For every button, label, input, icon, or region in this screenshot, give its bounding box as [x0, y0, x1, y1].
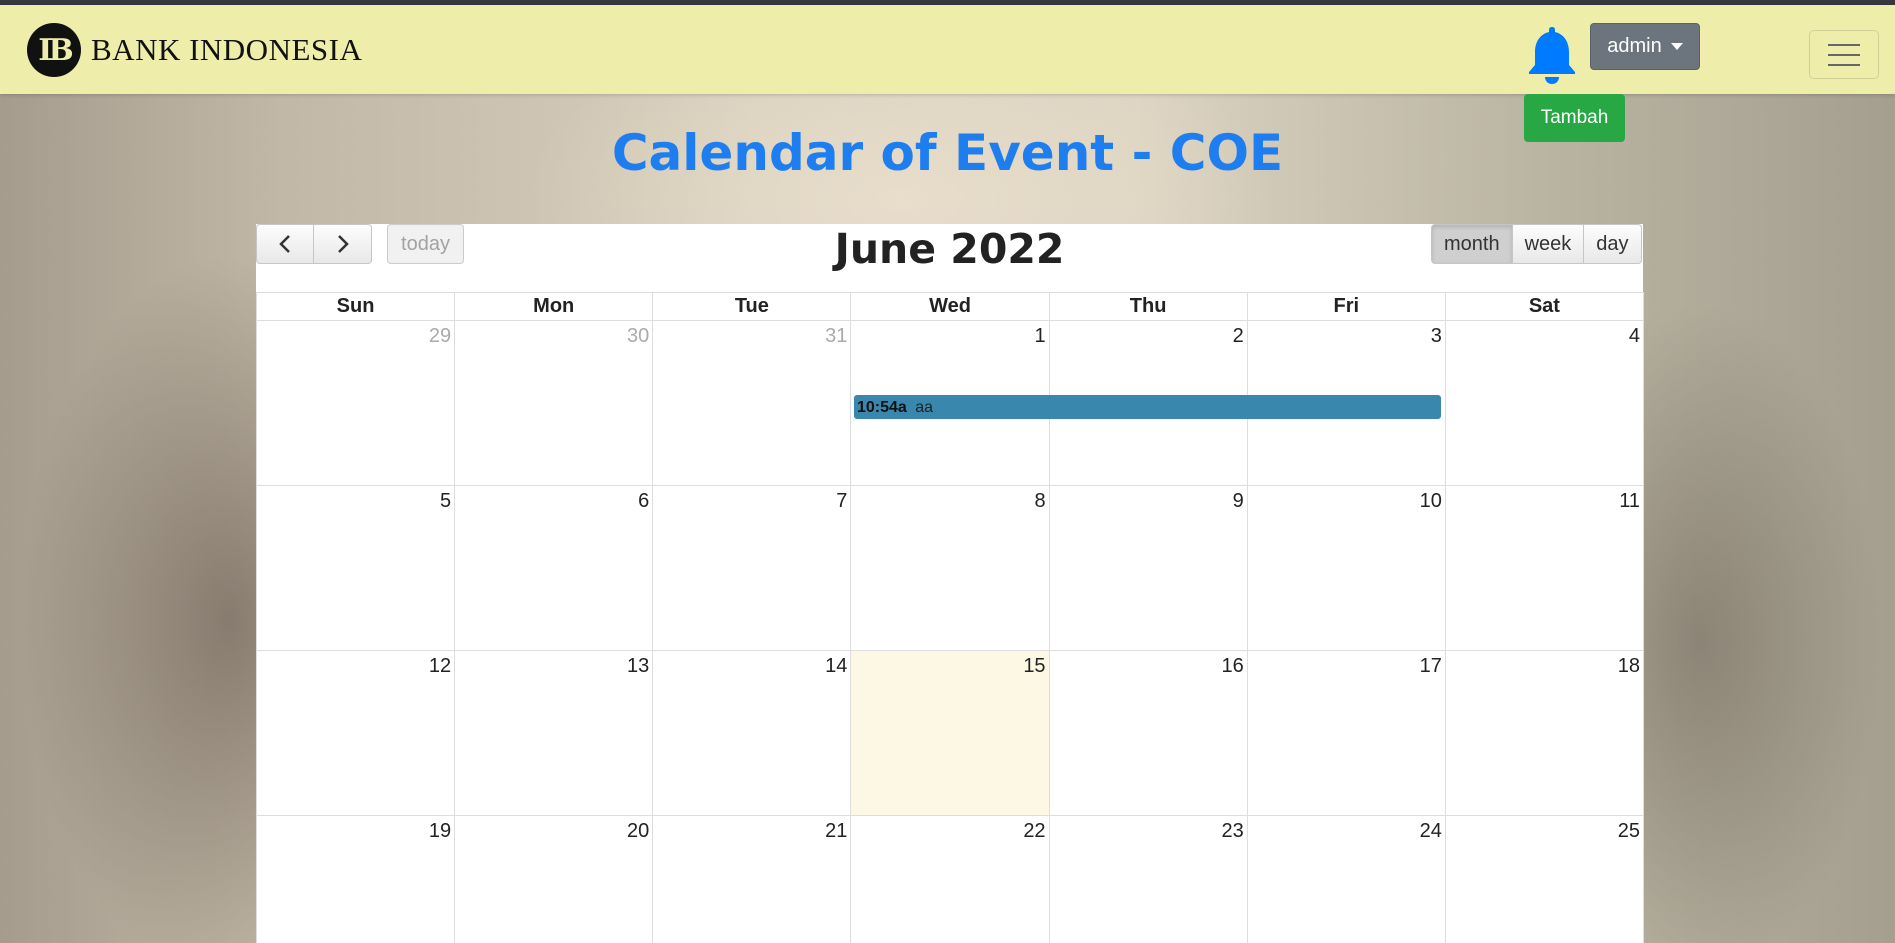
- day-cell[interactable]: 17: [1248, 651, 1446, 815]
- day-cell[interactable]: 6: [455, 486, 654, 650]
- day-number: 3: [1430, 325, 1442, 347]
- hamburger-menu-icon[interactable]: [1809, 30, 1879, 79]
- day-cell[interactable]: 4: [1446, 321, 1644, 485]
- day-cell-today[interactable]: 15: [851, 651, 1050, 815]
- prev-month-button[interactable]: [256, 224, 314, 264]
- day-number: 16: [1221, 655, 1244, 677]
- hamburger-bar: [1828, 43, 1860, 46]
- event-title: aa: [915, 399, 934, 416]
- day-number: 29: [428, 325, 452, 347]
- day-cell[interactable]: 21: [653, 816, 852, 943]
- day-number: 5: [440, 490, 452, 512]
- calendar-month-grid: Sun Mon Tue Wed Thu Fri Sat 29 30 31 1 2…: [256, 292, 1644, 943]
- navbar: IB BANK INDONESIA admin: [0, 5, 1895, 94]
- weekday-header: Sat: [1446, 293, 1644, 320]
- day-cell[interactable]: 10: [1248, 486, 1446, 650]
- day-cell[interactable]: 7: [653, 486, 852, 650]
- day-number: 15: [1023, 655, 1046, 677]
- day-number: 9: [1232, 490, 1244, 512]
- view-month-button[interactable]: month: [1431, 224, 1513, 264]
- day-number: 20: [627, 820, 650, 842]
- day-cell[interactable]: 14: [653, 651, 852, 815]
- weekday-header-row: Sun Mon Tue Wed Thu Fri Sat: [257, 292, 1644, 321]
- day-number: 25: [1617, 820, 1640, 842]
- next-month-button[interactable]: [314, 224, 372, 264]
- hamburger-bar: [1828, 53, 1860, 56]
- day-number: 12: [428, 655, 452, 677]
- weekday-header: Fri: [1248, 293, 1446, 320]
- day-cell[interactable]: 13: [455, 651, 654, 815]
- event-time: 10:54a: [857, 399, 907, 416]
- day-number: 10: [1419, 490, 1442, 512]
- day-cell[interactable]: 22: [851, 816, 1050, 943]
- chevron-left-icon: [279, 235, 290, 253]
- day-number: 7: [836, 490, 848, 512]
- day-number: 1: [1034, 325, 1046, 347]
- view-week-button[interactable]: week: [1512, 224, 1585, 264]
- calendar-week-row: 19 20 21 22 23 24 25: [257, 816, 1644, 943]
- admin-dropdown-button[interactable]: admin: [1590, 23, 1700, 70]
- day-number: 8: [1034, 490, 1046, 512]
- weekday-header: Sun: [257, 293, 456, 320]
- day-cell[interactable]: 11: [1446, 486, 1644, 650]
- bell-icon[interactable]: [1525, 25, 1579, 85]
- day-number: 6: [638, 490, 650, 512]
- view-day-button[interactable]: day: [1584, 224, 1642, 264]
- today-button[interactable]: today: [387, 224, 464, 264]
- calendar-week-row: 12 13 14 15 16 17 18: [257, 651, 1644, 816]
- page-title: Calendar of Event - COE: [611, 124, 1284, 182]
- day-number: 17: [1419, 655, 1442, 677]
- day-number: 22: [1023, 820, 1046, 842]
- day-number: 21: [825, 820, 848, 842]
- calendar-toolbar: June 2022 today month week day: [256, 224, 1643, 292]
- day-cell[interactable]: 8: [851, 486, 1050, 650]
- weekday-header: Wed: [851, 293, 1050, 320]
- calendar-nav-group: [256, 224, 372, 264]
- day-cell[interactable]: 20: [455, 816, 654, 943]
- day-cell[interactable]: 30: [455, 321, 654, 485]
- day-number: 18: [1617, 655, 1640, 677]
- bank-indonesia-logo-icon: IB: [27, 23, 81, 77]
- view-switcher: month week day: [1431, 224, 1642, 264]
- day-cell[interactable]: 24: [1248, 816, 1446, 943]
- day-cell[interactable]: 9: [1050, 486, 1248, 650]
- day-cell[interactable]: 31: [653, 321, 852, 485]
- hamburger-bar: [1828, 63, 1860, 66]
- day-cell[interactable]: 5: [257, 486, 456, 650]
- day-number: 13: [627, 655, 650, 677]
- day-cell[interactable]: 25: [1446, 816, 1644, 943]
- day-cell[interactable]: 19: [257, 816, 456, 943]
- day-cell[interactable]: 16: [1050, 651, 1248, 815]
- day-number: 14: [825, 655, 848, 677]
- calendar-week-row: 5 6 7 8 9 10 11: [257, 486, 1644, 651]
- calendar-event[interactable]: 10:54a aa: [854, 395, 1441, 419]
- day-cell[interactable]: 12: [257, 651, 456, 815]
- day-number: 11: [1619, 490, 1640, 512]
- day-number: 23: [1221, 820, 1244, 842]
- brand-text: BANK INDONESIA: [91, 32, 363, 67]
- brand-logo[interactable]: IB BANK INDONESIA: [27, 22, 362, 78]
- day-cell[interactable]: 18: [1446, 651, 1644, 815]
- day-number: 31: [825, 325, 848, 347]
- chevron-right-icon: [337, 235, 349, 253]
- day-cell[interactable]: 23: [1050, 816, 1248, 943]
- admin-label: admin: [1607, 35, 1662, 57]
- day-cell[interactable]: 29: [257, 321, 456, 485]
- weekday-header: Mon: [455, 293, 654, 320]
- day-number: 24: [1419, 820, 1442, 842]
- weekday-header: Tue: [653, 293, 852, 320]
- day-number: 19: [428, 820, 452, 842]
- day-number: 4: [1628, 325, 1640, 347]
- caret-down-icon: [1670, 43, 1683, 50]
- day-number: 2: [1232, 325, 1244, 347]
- weekday-header: Thu: [1050, 293, 1248, 320]
- day-number: 30: [627, 325, 650, 347]
